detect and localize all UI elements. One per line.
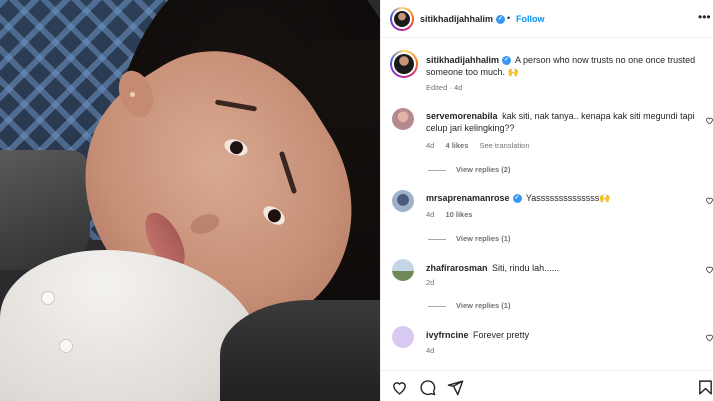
heart-icon[interactable] <box>391 379 408 396</box>
verified-badge-icon: ✓ <box>512 194 522 204</box>
shirt-button <box>60 340 72 352</box>
comment-username[interactable]: mrsaprenamanrose ✓ <box>426 193 522 204</box>
send-icon[interactable] <box>447 379 464 396</box>
comment-username[interactable]: servemorenabila <box>426 111 498 121</box>
comment-username[interactable]: zhafirarosman <box>426 263 488 273</box>
comment-time: 4d <box>426 141 435 150</box>
post-photo[interactable] <box>0 0 380 401</box>
post-header: sitikhadijahhalim ✓ • Follow ••• <box>381 0 713 38</box>
comment-likes[interactable]: 4 likes <box>445 141 468 150</box>
comment: ivyfrncine Forever pretty <box>426 329 696 341</box>
verified-badge-icon: ✓ <box>496 15 506 25</box>
caption-time: 4d <box>453 83 463 92</box>
comment-icon[interactable] <box>419 379 436 396</box>
commenter-avatar[interactable] <box>392 326 414 348</box>
commenter-avatar[interactable] <box>392 108 414 130</box>
comment-text: Siti, rindu lah...... <box>492 263 560 273</box>
comment-time: 4d <box>426 346 435 355</box>
author-username[interactable]: sitikhadijahhalim ✓ <box>420 14 506 25</box>
author-avatar[interactable] <box>390 7 414 31</box>
commenter-avatar[interactable] <box>392 190 414 212</box>
comment-heart-icon[interactable] <box>705 116 713 125</box>
shirt-button <box>42 292 54 304</box>
caption-username[interactable]: sitikhadijahhalim ✓ <box>426 55 512 66</box>
comment-time: 4d <box>426 210 435 219</box>
comment: servemorenabila kak siti, nak tanya.. ke… <box>426 110 696 134</box>
comment-meta: 4d 10 likes <box>426 210 482 219</box>
verified-badge-icon: ✓ <box>502 56 512 66</box>
view-replies-button[interactable]: View replies (2) <box>428 165 510 174</box>
comment-heart-icon[interactable] <box>705 333 713 342</box>
caption-avatar[interactable] <box>390 50 418 78</box>
comment-heart-icon[interactable] <box>705 196 713 205</box>
commenter-avatar[interactable] <box>392 259 414 281</box>
bookmark-icon[interactable] <box>697 379 713 396</box>
comment-meta: 4d 4 likes See translation <box>426 141 539 150</box>
post-sidebar: sitikhadijahhalim ✓ • Follow ••• sitikhad… <box>380 0 713 401</box>
comment-meta: 2d <box>426 278 443 287</box>
follow-button[interactable]: Follow <box>516 14 545 24</box>
comment-time: 2d <box>426 278 435 287</box>
comment-username[interactable]: ivyfrncine <box>426 330 469 340</box>
more-options-icon[interactable]: ••• <box>698 10 711 24</box>
action-bar <box>381 370 713 401</box>
view-replies-button[interactable]: View replies (1) <box>428 234 510 243</box>
caption: sitikhadijahhalim ✓ A person who now trus… <box>426 54 701 78</box>
comment: zhafirarosman Siti, rindu lah...... <box>426 262 696 274</box>
comment-text: Forever pretty <box>473 330 530 340</box>
comment-likes[interactable]: 10 likes <box>445 210 472 219</box>
see-translation-link[interactable]: See translation <box>479 141 529 150</box>
comment-meta: 4d <box>426 346 443 355</box>
earring <box>130 92 135 97</box>
comment-text: Yassssssssssssss🙌 <box>525 193 611 203</box>
caption-meta: Edited · 4d <box>426 83 463 92</box>
comment-heart-icon[interactable] <box>705 265 713 274</box>
edited-label: Edited <box>426 83 448 92</box>
comment: mrsaprenamanrose ✓ Yassssssssssssss🙌 <box>426 192 696 204</box>
view-replies-button[interactable]: View replies (1) <box>428 301 510 310</box>
separator: • <box>507 13 511 23</box>
